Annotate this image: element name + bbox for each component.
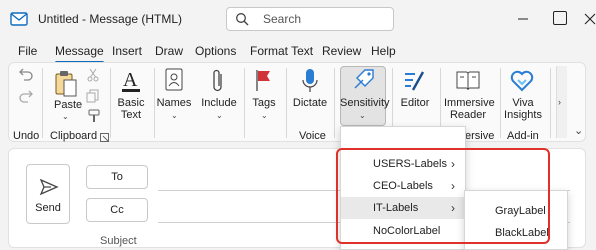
immersive-reader-label[interactable]: Immersive Reader: [444, 97, 495, 121]
chevron-right-icon[interactable]: ›: [558, 97, 561, 107]
to-button[interactable]: To: [86, 165, 148, 189]
undo-icon[interactable]: [18, 67, 34, 84]
sensitivity-tag-icon: [353, 68, 375, 95]
chevron-down-icon[interactable]: ⌄: [216, 111, 223, 120]
ribbon-divider: [500, 68, 501, 138]
chevron-down-icon[interactable]: ⌄: [171, 111, 178, 120]
tab-file[interactable]: File: [18, 44, 37, 58]
dialog-launcher-icon[interactable]: [100, 131, 109, 145]
viva-insights-label[interactable]: Viva Insights: [502, 97, 544, 121]
ribbon-divider: [550, 68, 551, 138]
group-label-immersive: ersive: [465, 130, 495, 142]
ribbon-divider: [110, 68, 111, 138]
ribbon-divider: [244, 68, 245, 138]
viva-insights-icon[interactable]: [510, 68, 534, 95]
names-label[interactable]: Names: [156, 97, 192, 109]
minimize-icon[interactable]: [514, 10, 532, 28]
paste-icon[interactable]: [54, 70, 78, 101]
basic-text-label[interactable]: Basic Text: [112, 97, 150, 121]
window-title: Untitled - Message (HTML): [38, 12, 183, 26]
basic-text-line1: Basic: [117, 97, 145, 109]
include-label[interactable]: Include: [200, 97, 238, 109]
dictate-label[interactable]: Dictate: [290, 97, 330, 109]
basic-text-icon[interactable]: A: [120, 68, 142, 97]
basic-text-line2: Text: [120, 109, 142, 121]
outlook-message-icon: [10, 11, 28, 27]
ribbon-divider: [286, 68, 287, 138]
ribbon-divider: [154, 68, 155, 138]
highlight-box: [336, 148, 550, 244]
search-icon: [235, 12, 249, 26]
tab-format-text[interactable]: Format Text: [250, 44, 313, 58]
immersive-reader-icon[interactable]: [455, 70, 481, 95]
send-icon: [39, 178, 59, 199]
format-painter-icon[interactable]: [88, 109, 102, 126]
chevron-down-icon[interactable]: ⌄: [62, 112, 69, 121]
search-placeholder: Search: [263, 12, 302, 26]
chevron-down-icon: ⌄: [359, 111, 366, 120]
sensitivity-label: Sensitivity: [340, 97, 390, 109]
flag-icon[interactable]: [254, 68, 274, 95]
group-label-voice: Voice: [299, 130, 326, 142]
maximize-icon[interactable]: [553, 11, 567, 25]
cut-icon[interactable]: [86, 68, 100, 85]
redo-icon[interactable]: [18, 89, 34, 106]
viva-line2: Insights: [504, 109, 542, 121]
tab-message[interactable]: Message: [55, 44, 104, 64]
editor-pen-icon[interactable]: [403, 68, 425, 97]
tab-review[interactable]: Review: [322, 44, 361, 58]
address-book-icon[interactable]: [164, 68, 184, 95]
immersive-line2: Reader: [449, 109, 487, 121]
tab-help[interactable]: Help: [371, 44, 396, 58]
paste-label[interactable]: Paste: [54, 99, 82, 111]
tab-options[interactable]: Options: [195, 44, 236, 58]
collapse-ribbon-icon[interactable]: ⌄: [574, 124, 583, 137]
svg-text:A: A: [123, 69, 138, 91]
immersive-line1: Immersive: [444, 97, 495, 109]
tab-insert[interactable]: Insert: [112, 44, 142, 58]
group-label-add-in: Add-in: [507, 130, 539, 142]
subject-label: Subject: [100, 235, 137, 247]
copy-icon[interactable]: [86, 89, 100, 106]
viva-line1: Viva: [512, 97, 534, 109]
microphone-icon[interactable]: [302, 68, 318, 97]
close-icon[interactable]: [583, 10, 596, 28]
cc-button[interactable]: Cc: [86, 198, 148, 222]
editor-label[interactable]: Editor: [396, 97, 434, 109]
tab-draw[interactable]: Draw: [155, 44, 183, 58]
send-label: Send: [35, 202, 61, 214]
search-box[interactable]: Search: [226, 7, 394, 31]
ribbon-divider: [334, 68, 335, 138]
tags-label[interactable]: Tags: [248, 97, 280, 109]
group-label-undo: Undo: [13, 130, 40, 142]
attach-icon[interactable]: [210, 68, 226, 97]
ribbon-divider: [42, 68, 43, 138]
group-label-clipboard: Clipboard: [50, 130, 98, 142]
chevron-down-icon[interactable]: ⌄: [261, 111, 268, 120]
